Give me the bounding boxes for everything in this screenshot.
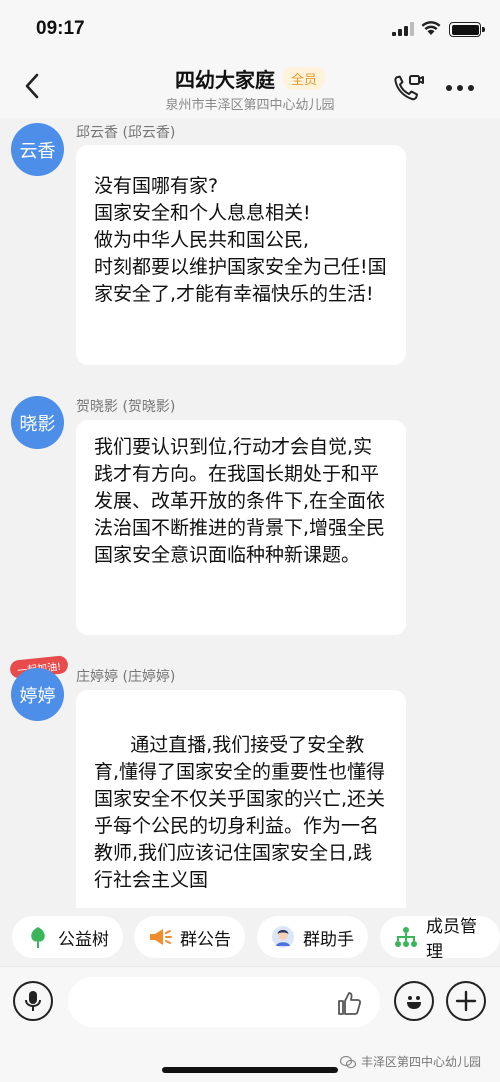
group-title: 四幼大家庭 (174, 68, 275, 92)
megaphone-icon (148, 925, 172, 949)
plus-icon (455, 990, 477, 1012)
thumbs-up-icon (338, 992, 362, 1015)
message-bubble[interactable]: 我们要认识到位,行动才会自觉,实践才有方向。在我国长期处于和平发展、改革开放的条… (76, 420, 406, 635)
tree-icon (26, 925, 50, 949)
member-badge: 全员 (282, 67, 325, 90)
group-notice-button[interactable]: 群公告 (134, 916, 245, 958)
phone-video-icon (394, 75, 424, 101)
members-icon (394, 925, 418, 949)
input-bar: 丰泽区第四中心幼儿园 (0, 966, 500, 1082)
wifi-icon (421, 21, 441, 35)
like-button[interactable] (334, 988, 364, 1018)
action-label: 公益树 (58, 929, 109, 950)
emoji-button[interactable] (394, 981, 434, 1021)
message-text: 通过直播,我们接受了安全教育,懂得了国家安全的重要性也懂得国家安全不仅关乎国家的… (94, 734, 386, 891)
action-label: 群助手 (303, 929, 354, 950)
watermark: 丰泽区第四中心幼儿园 (340, 1053, 481, 1070)
message-text: 没有国哪有家? 国家安全和个人息息相关! 做为中华人民共和国公民, 时刻都要以维… (94, 175, 387, 305)
sender-name: 庄婷婷 (庄婷婷) (76, 669, 176, 685)
more-dots-icon (446, 85, 474, 91)
public-tree-button[interactable]: 公益树 (12, 916, 123, 958)
avatar[interactable]: 晓影 (11, 396, 64, 449)
voice-button[interactable] (13, 981, 53, 1021)
signal-icon (392, 22, 414, 36)
status-time: 09:17 (36, 18, 85, 39)
avatar[interactable]: 婷婷 (11, 668, 64, 721)
member-management-button[interactable]: 成员管理 (380, 916, 500, 962)
chat-header: 四幼大家庭 全员 泉州市丰泽区第四中心幼儿园 (0, 56, 500, 118)
avatar[interactable]: 云香 (11, 123, 64, 176)
status-bar: 09:17 (0, 0, 500, 56)
call-button[interactable] (388, 70, 428, 106)
sender-name: 邱云香 (邱云香) (76, 125, 176, 141)
message-text: 我们要认识到位,行动才会自觉,实践才有方向。在我国长期处于和平发展、改革开放的条… (94, 436, 386, 566)
message-bubble[interactable]: 没有国哪有家? 国家安全和个人息息相关! 做为中华人民共和国公民, 时刻都要以维… (76, 145, 406, 365)
battery-icon (449, 22, 485, 37)
group-assistant-button[interactable]: 群助手 (257, 916, 368, 958)
microphone-icon (25, 991, 41, 1011)
chat-area[interactable]: 云香 邱云香 (邱云香) 没有国哪有家? 国家安全和个人息息相关! 做为中华人民… (0, 118, 500, 908)
smile-icon (407, 996, 421, 1009)
action-label: 群公告 (180, 929, 231, 950)
wechat-logo-icon (340, 1055, 356, 1068)
sender-name: 贺晓影 (贺晓影) (76, 399, 176, 415)
watermark-text: 丰泽区第四中心幼儿园 (361, 1055, 482, 1069)
more-button[interactable] (440, 70, 480, 106)
message-bubble[interactable]: 通过直播,我们接受了安全教育,懂得了国家安全的重要性也懂得国家安全不仅关乎国家的… (76, 690, 406, 908)
add-button[interactable] (446, 981, 486, 1021)
quick-actions-bar: 公益树 群公告 群助手 成员管理 (0, 908, 500, 966)
action-label: 成员管理 (426, 917, 477, 962)
home-indicator (162, 1067, 338, 1073)
assistant-avatar-icon (271, 925, 295, 949)
